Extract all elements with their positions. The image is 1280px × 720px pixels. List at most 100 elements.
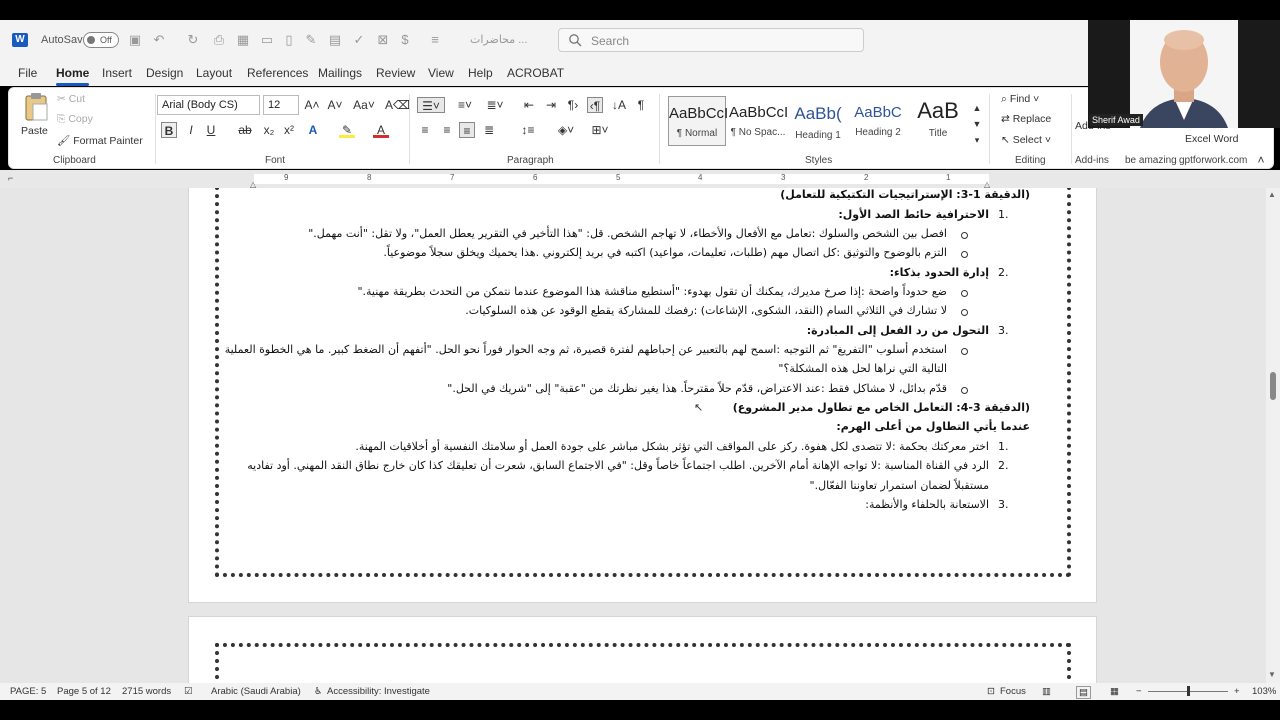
new-doc-icon[interactable]: ▯ <box>282 33 296 47</box>
scroll-up-icon[interactable]: ▲ <box>1268 190 1276 199</box>
numbered-text[interactable]: اختر معركتك بحكمة :لا تتصدى لكل هفوة. رك… <box>355 440 989 453</box>
word-count[interactable]: 2715 words <box>122 686 171 697</box>
grow-font-icon[interactable]: A˄ <box>304 97 320 113</box>
text-effects-icon[interactable]: A <box>305 122 321 138</box>
underline-icon[interactable]: U <box>203 122 219 138</box>
print-layout-icon[interactable]: ▤ <box>1076 686 1091 699</box>
font-color-icon[interactable]: A <box>373 122 389 138</box>
horizontal-ruler[interactable]: ⌐ 9 8 7 6 5 4 3 2 1 △ △ <box>0 170 1280 189</box>
tab-help[interactable]: Help <box>468 66 493 80</box>
tab-layout[interactable]: Layout <box>196 66 232 80</box>
focus-button[interactable]: Focus <box>1000 686 1026 697</box>
ltr-icon[interactable]: ¶› <box>565 97 581 113</box>
clear-formatting-icon[interactable]: A⌫ <box>385 97 410 113</box>
tab-view[interactable]: View <box>428 66 454 80</box>
zoom-in-icon[interactable]: + <box>1234 686 1240 697</box>
style-no-spacing[interactable]: AaBbCcI ¶ No Spac... <box>729 96 788 146</box>
styles-scroll-up-icon[interactable]: ▲ <box>969 100 985 116</box>
bullet-text[interactable]: قدّم بدائل، لا مشاكل فقط :عند الاعتراض، … <box>447 382 947 395</box>
bullets-icon[interactable]: ☰˅ <box>417 97 445 113</box>
styles-more-icon[interactable]: ▾ <box>969 132 985 148</box>
cut-button[interactable]: ✂ Cut <box>57 93 85 105</box>
font-name-select[interactable]: Arial (Body CS) <box>157 95 260 115</box>
tab-selector-icon[interactable]: ⌐ <box>8 173 13 183</box>
numbering-icon[interactable]: ≡˅ <box>453 97 477 113</box>
section-heading[interactable]: (الدقيقة 3-4: التعامل الخاص مع تطاول مدي… <box>733 401 1030 414</box>
document-title[interactable]: محاضرات ... <box>470 33 527 46</box>
bold-icon[interactable]: B <box>161 122 177 138</box>
list-heading[interactable]: الاحترافية حائط الصد الأول: <box>838 208 989 221</box>
decrease-indent-icon[interactable]: ⇤ <box>521 97 537 113</box>
tab-file[interactable]: File <box>18 66 37 80</box>
accessibility-status[interactable]: Accessibility: Investigate <box>327 686 430 697</box>
excel-word-button[interactable]: Excel Word <box>1185 133 1239 145</box>
multilevel-list-icon[interactable]: ≣˅ <box>483 97 507 113</box>
list-heading[interactable]: التحول من رد الفعل إلى المبادرة: <box>807 324 989 337</box>
tab-insert[interactable]: Insert <box>102 66 132 80</box>
list-heading[interactable]: إدارة الحدود بذكاء: <box>890 266 989 279</box>
search-input[interactable]: Search <box>558 28 864 52</box>
accessibility-icon[interactable]: ♿ <box>314 686 323 697</box>
font-size-select[interactable]: 12 <box>263 95 299 115</box>
numbered-text-continued[interactable]: مستقبلاً لضمان استمرار تعاوننا الفعّال." <box>810 479 989 492</box>
open-icon[interactable]: ▤ <box>328 33 342 47</box>
page-indicator[interactable]: PAGE: 5 <box>10 686 46 697</box>
zoom-slider-thumb[interactable] <box>1187 686 1190 696</box>
styles-scroll-down-icon[interactable]: ▼ <box>969 116 985 132</box>
bullet-text[interactable]: افصل بين الشخص والسلوك :تعامل مع الأفعال… <box>308 227 947 240</box>
proofing-icon[interactable]: ☑ <box>184 686 193 697</box>
select-button[interactable]: ↖ Select ˅ <box>1001 134 1051 146</box>
subsection-heading[interactable]: عندما يأتي التطاول من أعلى الهرم: <box>836 420 1030 433</box>
vertical-scrollbar[interactable]: ▲ ▼ <box>1266 188 1280 683</box>
tab-design[interactable]: Design <box>146 66 183 80</box>
increase-indent-icon[interactable]: ⇥ <box>543 97 559 113</box>
tab-home[interactable]: Home <box>56 66 90 86</box>
bullet-text-continued[interactable]: التالية التي نراها لحل هذه المشكلة؟" <box>778 362 947 375</box>
save-icon[interactable]: ▣ <box>128 33 142 47</box>
table-icon[interactable]: ▦ <box>236 33 250 47</box>
scroll-down-icon[interactable]: ▼ <box>1268 670 1276 679</box>
align-right-icon[interactable]: ≡ <box>459 122 475 138</box>
section-heading[interactable]: (الدقيقة 1-3: الإستراتيجيات التكتيكية لل… <box>780 188 1030 201</box>
rtl-icon[interactable]: ‹¶ <box>587 97 603 113</box>
change-case-icon[interactable]: Aa˅ <box>351 97 377 113</box>
picture-icon[interactable]: ▭ <box>260 33 274 47</box>
line-spacing-icon[interactable]: ↕≡ <box>517 122 539 138</box>
dollar-icon[interactable]: $ <box>398 33 412 47</box>
tab-acrobat[interactable]: ACROBAT <box>507 66 564 80</box>
scrollbar-thumb[interactable] <box>1270 372 1276 400</box>
collapse-ribbon-icon[interactable]: ˄ <box>1253 152 1269 168</box>
style-title[interactable]: AaB Title <box>909 96 967 146</box>
print-icon[interactable]: ⎙ <box>212 33 226 47</box>
italic-icon[interactable]: I <box>183 122 199 138</box>
superscript-icon[interactable]: x² <box>281 122 297 138</box>
justify-icon[interactable]: ≣ <box>481 122 497 138</box>
highlight-icon[interactable]: ✎ <box>339 122 355 138</box>
redo-icon[interactable]: ↻ <box>186 33 200 47</box>
align-left-icon[interactable]: ≡ <box>417 122 433 138</box>
draw-icon[interactable]: ✎ <box>304 33 318 47</box>
page-count[interactable]: Page 5 of 12 <box>57 686 111 697</box>
borders-icon[interactable]: ⊞˅ <box>589 122 611 138</box>
show-marks-icon[interactable]: ¶ <box>633 97 649 113</box>
subscript-icon[interactable]: x₂ <box>261 122 277 138</box>
replace-button[interactable]: ⇄ Replace <box>1001 113 1051 125</box>
spelling-icon[interactable]: ✓ <box>352 33 366 47</box>
bullet-text[interactable]: ضع حدوداً واضحة :إذا صرخ مديرك، يمكنك أن… <box>357 285 947 298</box>
tab-review[interactable]: Review <box>376 66 415 80</box>
format-painter-button[interactable]: 🖌 Format Painter <box>57 134 143 147</box>
align-center-icon[interactable]: ≡ <box>439 122 455 138</box>
grid-icon[interactable]: ⊠ <box>376 33 390 47</box>
customize-icon[interactable]: ≡ <box>428 33 442 47</box>
shading-icon[interactable]: ◈˅ <box>555 122 577 138</box>
web-layout-icon[interactable]: ▦ <box>1110 686 1119 697</box>
language-indicator[interactable]: Arabic (Saudi Arabia) <box>211 686 301 697</box>
bullet-text[interactable]: استخدم أسلوب "التفريغ" ثم التوجيه :اسمح … <box>225 343 947 356</box>
strikethrough-icon[interactable]: ab <box>237 122 253 138</box>
tab-mailings[interactable]: Mailings <box>318 66 362 80</box>
style-normal[interactable]: AaBbCcI ¶ Normal <box>668 96 728 146</box>
document-canvas[interactable]: (الدقيقة 1-3: الإستراتيجيات التكتيكية لل… <box>0 188 1280 683</box>
numbered-text[interactable]: الاستعانة بالحلفاء والأنظمة: <box>865 498 989 511</box>
find-button[interactable]: ⌕ Find ˅ <box>1001 93 1039 106</box>
tab-references[interactable]: References <box>247 66 308 80</box>
